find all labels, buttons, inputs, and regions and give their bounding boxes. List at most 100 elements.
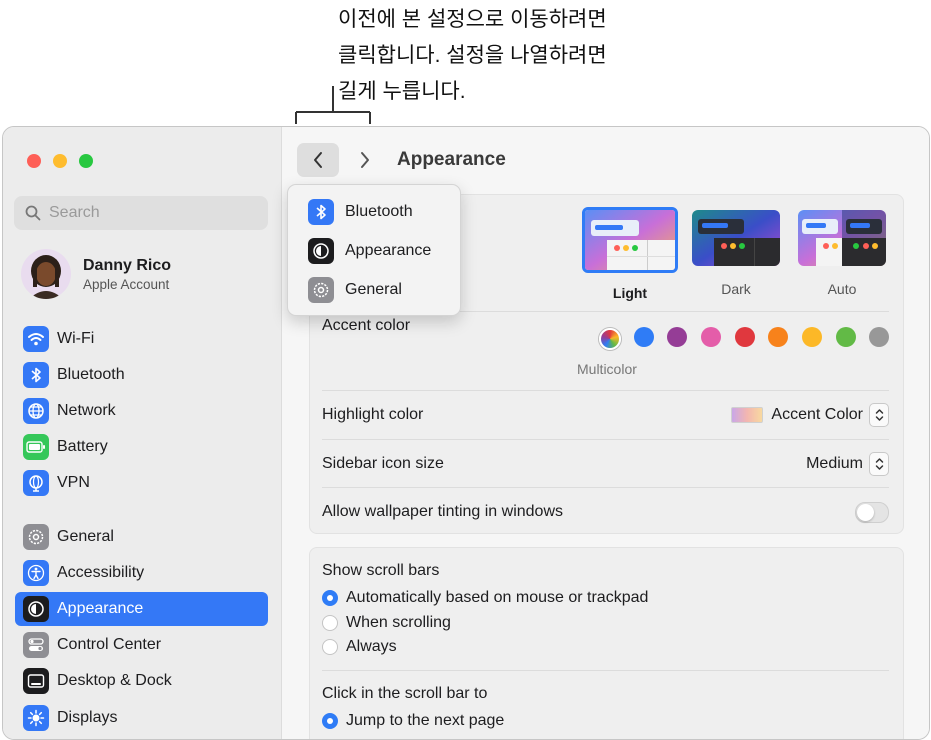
radio-jump-next-page[interactable]: Jump to the next page [322, 708, 504, 733]
sidebar-item-wifi[interactable]: Wi-Fi [15, 322, 268, 356]
accent-swatch-orange[interactable] [768, 327, 788, 347]
sidebar-icon-size-row: Sidebar icon size Medium [322, 440, 889, 488]
sidebar-item-label: Displays [57, 709, 118, 726]
wallpaper-tinting-row: Allow wallpaper tinting in windows [322, 488, 889, 536]
sidebar-item-desktop-dock[interactable]: Desktop & Dock [15, 664, 268, 698]
theme-label: Dark [721, 281, 751, 297]
sidebar-item-displays[interactable]: Displays [15, 701, 268, 735]
gear-icon [308, 277, 334, 303]
radio-label: Always [346, 637, 397, 655]
callout-bracket [295, 86, 371, 124]
sidebar-item-label: Bluetooth [57, 366, 125, 383]
account-profile[interactable]: Danny Rico Apple Account [21, 249, 171, 299]
theme-light[interactable]: Light [582, 207, 678, 301]
history-item-general[interactable]: General [308, 275, 402, 305]
highlight-color-popup[interactable]: Accent Color [731, 403, 889, 427]
globe-icon [23, 398, 49, 424]
vpn-icon [23, 470, 49, 496]
accent-swatch-multicolor[interactable] [599, 328, 621, 350]
appearance-icon [23, 596, 49, 622]
sidebar-item-label: Network [57, 402, 116, 419]
profile-name: Danny Rico [83, 256, 172, 274]
close-button[interactable] [27, 154, 41, 168]
callout-line: 이전에 본 설정으로 이동하려면 [338, 8, 607, 31]
accent-swatch-purple[interactable] [667, 327, 687, 347]
radio-indicator [322, 614, 338, 631]
sidebar-icon-size-value: Medium [806, 455, 863, 472]
chevron-updown-icon [869, 403, 889, 427]
theme-light-thumbnail [582, 207, 678, 273]
sidebar-item-general[interactable]: General [15, 520, 268, 554]
sidebar-item-bluetooth[interactable]: Bluetooth [15, 358, 268, 392]
search-input[interactable]: Search [14, 196, 268, 230]
back-button[interactable] [297, 143, 339, 177]
sidebar-item-vpn[interactable]: VPN [15, 466, 268, 500]
wallpaper-tinting-label: Allow wallpaper tinting in windows [322, 503, 564, 520]
radio-always[interactable]: Always [322, 634, 397, 659]
bluetooth-icon [23, 362, 49, 388]
history-item-appearance[interactable]: Appearance [308, 236, 431, 266]
accent-swatch-yellow[interactable] [802, 327, 822, 347]
sun-icon [23, 705, 49, 731]
callout-line: 클릭합니다. 설정을 나열하려면 [338, 44, 607, 67]
minimize-button[interactable] [53, 154, 67, 168]
sidebar-icon-size-label: Sidebar icon size [322, 455, 444, 472]
theme-auto[interactable]: Auto [798, 207, 886, 297]
history-item-label: Bluetooth [345, 203, 413, 220]
highlight-color-row: Highlight color Accent Color [322, 391, 889, 439]
sidebar-item-label: Battery [57, 438, 108, 455]
sidebar-item-label: Wi-Fi [57, 330, 95, 347]
radio-selected-indicator [322, 589, 338, 606]
accent-selected-label: Multicolor [577, 361, 637, 377]
accent-swatch-red[interactable] [735, 327, 755, 347]
theme-dark[interactable]: Dark [692, 207, 780, 297]
page-title: Appearance [397, 149, 506, 170]
bluetooth-icon [308, 199, 334, 225]
sidebar-item-network[interactable]: Network [15, 394, 268, 428]
radio-automatic[interactable]: Automatically based on mouse or trackpad [322, 585, 648, 610]
sidebar-item-appearance[interactable]: Appearance [15, 592, 268, 626]
sidebar-item-label: Accessibility [57, 564, 145, 581]
radio-label: Automatically based on mouse or trackpad [346, 588, 649, 606]
sidebar: Search Danny Rico Apple Account Wi-Fi Bl… [3, 127, 282, 739]
sidebar-item-label: VPN [57, 474, 90, 491]
sidebar-item-battery[interactable]: Battery [15, 430, 268, 464]
theme-dark-thumbnail [692, 210, 780, 266]
zoom-button[interactable] [79, 154, 93, 168]
accent-swatch-pink[interactable] [701, 327, 721, 347]
search-placeholder: Search [49, 204, 100, 221]
accent-swatch-blue[interactable] [634, 327, 654, 347]
scroll-panel: Show scroll bars Automatically based on … [309, 547, 904, 739]
accessibility-icon [23, 560, 49, 586]
accent-swatch-green[interactable] [836, 327, 856, 347]
sidebar-icon-size-popup[interactable]: Medium [806, 452, 889, 476]
click-scroll-bar-label: Click in the scroll bar to [322, 685, 488, 702]
battery-icon [23, 434, 49, 460]
history-item-label: General [345, 281, 402, 298]
chevron-updown-icon [869, 452, 889, 476]
highlight-color-label: Highlight color [322, 406, 424, 423]
history-menu: Bluetooth Appearance General [287, 184, 461, 316]
appearance-icon [308, 238, 334, 264]
callout-text: 이전에 본 설정으로 이동하려면 클릭합니다. 설정을 나열하려면 길게 누릅니… [338, 2, 668, 110]
sidebar-item-label: Appearance [57, 600, 144, 617]
accent-swatch-graphite[interactable] [869, 327, 889, 347]
settings-window: Search Danny Rico Apple Account Wi-Fi Bl… [2, 126, 930, 740]
wifi-icon [23, 326, 49, 352]
sidebar-item-label: Control Center [57, 636, 162, 653]
divider [322, 670, 889, 671]
forward-button[interactable] [344, 143, 386, 177]
profile-subtitle: Apple Account [83, 276, 170, 292]
callout-line: 길게 누릅니다. [338, 80, 466, 103]
gear-icon [23, 524, 49, 550]
chevron-right-icon [361, 152, 369, 168]
radio-when-scrolling[interactable]: When scrolling [322, 610, 451, 635]
wallpaper-tinting-toggle[interactable] [855, 501, 889, 523]
sidebar-item-accessibility[interactable]: Accessibility [15, 556, 268, 590]
show-scroll-bars-label: Show scroll bars [322, 562, 440, 579]
sidebar-item-control-center[interactable]: Control Center [15, 628, 268, 662]
history-item-bluetooth[interactable]: Bluetooth [308, 197, 413, 227]
sidebar-item-label: Desktop & Dock [57, 672, 172, 689]
chevron-left-icon [314, 152, 322, 168]
radio-selected-indicator [322, 712, 338, 729]
